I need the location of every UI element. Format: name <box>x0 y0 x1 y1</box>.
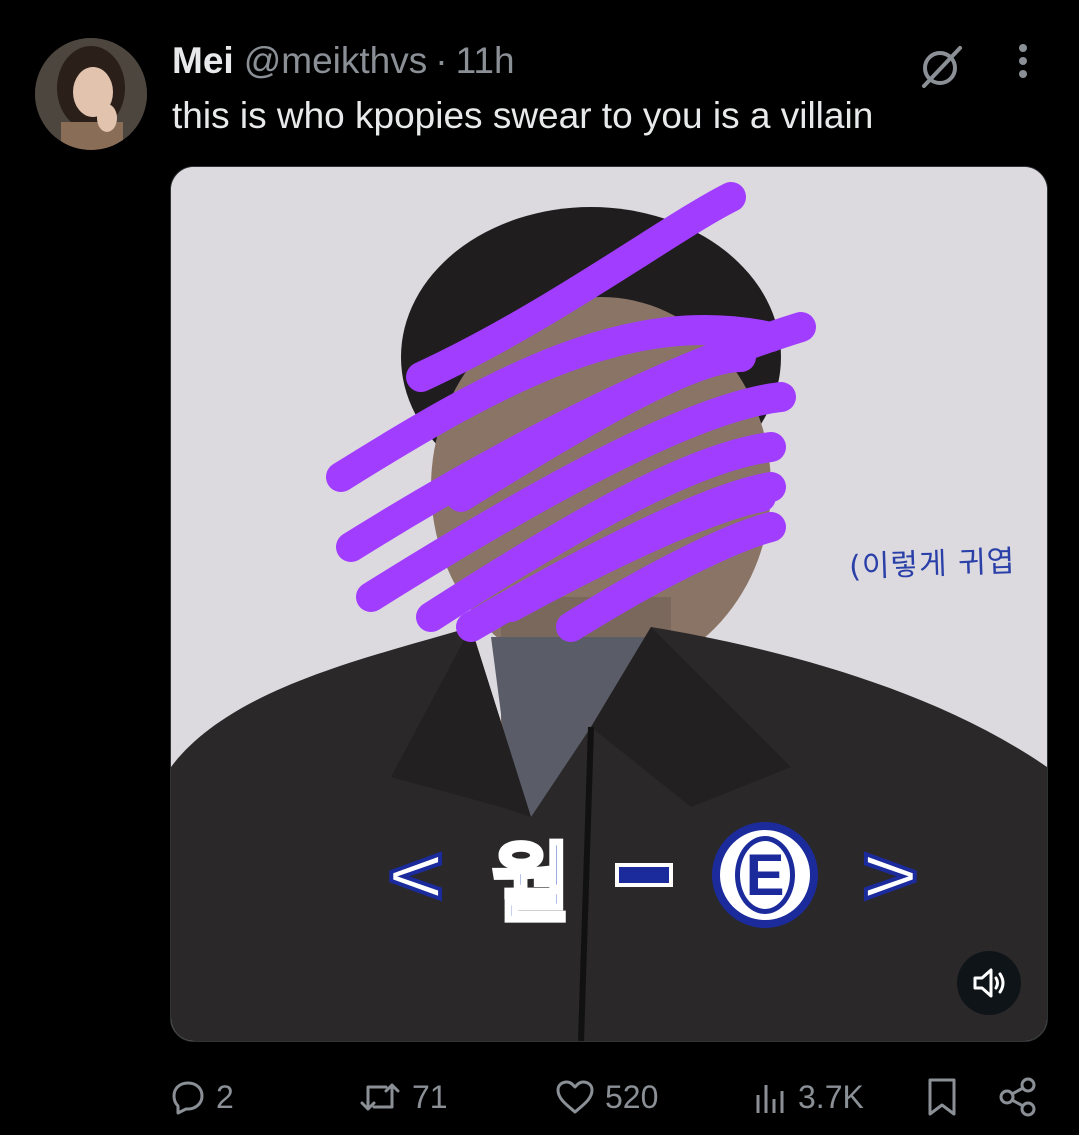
repost-count: 71 <box>412 1078 448 1115</box>
author-avatar[interactable] <box>35 38 147 150</box>
bookmark-button[interactable] <box>924 1072 970 1122</box>
more-options-icon[interactable] <box>1008 42 1038 82</box>
author-name[interactable]: Mei <box>172 40 234 82</box>
separator-dot: · <box>435 40 448 81</box>
repost-icon <box>360 1083 400 1111</box>
subtitle-overlay: (이렇게 귀엽 <box>848 544 1016 585</box>
reply-icon <box>172 1081 204 1115</box>
caption-word: 월 <box>490 832 573 936</box>
author-handle[interactable]: @meikthvs <box>244 40 428 82</box>
video-media[interactable]: (이렇게 귀엽 < 월 E > <box>170 166 1048 1042</box>
share-icon <box>999 1077 1036 1117</box>
share-button[interactable] <box>998 1072 1048 1122</box>
video-caption: < 월 E > <box>381 815 925 936</box>
like-count: 520 <box>605 1078 659 1115</box>
grok-icon[interactable] <box>918 42 966 90</box>
like-button[interactable]: 520 <box>555 1072 658 1122</box>
caption-letter-badge: E <box>712 822 819 928</box>
tweet-actions: 2 71 520 3.7K <box>0 1072 1079 1122</box>
caption-left-bracket: < <box>381 828 450 922</box>
speaker-muted-icon <box>973 968 1005 998</box>
avatar-image <box>35 38 147 150</box>
views-count: 3.7K <box>798 1078 864 1115</box>
bookmark-icon <box>928 1078 956 1116</box>
repost-button[interactable]: 71 <box>358 1072 448 1122</box>
heart-icon <box>556 1080 594 1114</box>
reply-button[interactable]: 2 <box>170 1072 234 1122</box>
caption-dash <box>614 863 673 887</box>
tweet-header: Mei @meikthvs · 11h <box>172 40 515 84</box>
views-chart-icon <box>756 1085 784 1113</box>
caption-right-bracket: > <box>856 828 925 922</box>
mute-button[interactable] <box>957 951 1021 1015</box>
reply-count: 2 <box>216 1078 234 1115</box>
timestamp[interactable]: 11h <box>456 40 515 82</box>
views-button[interactable]: 3.7K <box>752 1072 864 1122</box>
tweet-text: this is who kpopies swear to you is a vi… <box>172 95 874 136</box>
caption-letter: E <box>735 836 796 914</box>
